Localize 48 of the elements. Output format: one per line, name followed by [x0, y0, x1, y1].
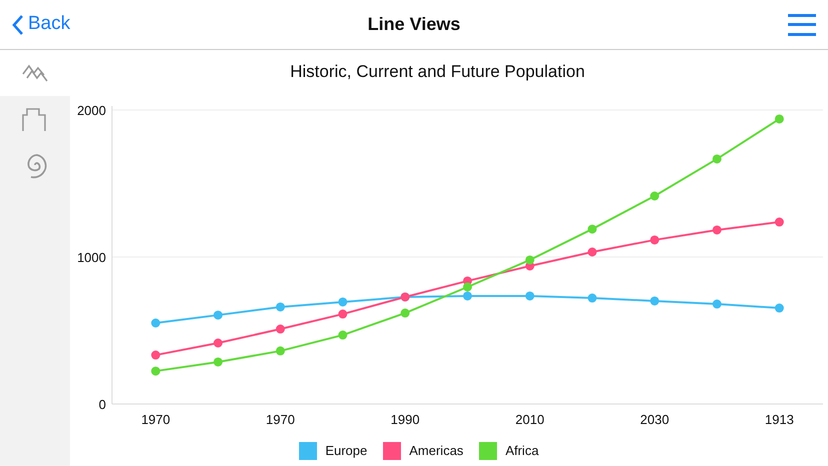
data-point [214, 310, 223, 320]
step-icon [21, 105, 49, 133]
page-title: Line Views [368, 13, 460, 36]
chart-title: Historic, Current and Future Population [290, 62, 585, 81]
sidebar-item[interactable] [0, 96, 70, 142]
data-point [276, 346, 285, 356]
chevron-left-icon [12, 14, 24, 36]
y-tick-label: 1000 [77, 250, 106, 265]
x-tick-label: 2030 [640, 412, 670, 427]
data-point [650, 192, 660, 200]
data-point [338, 330, 348, 340]
x-tick-label: 1970 [266, 412, 295, 427]
data-point [650, 296, 660, 306]
data-point [774, 304, 784, 312]
data-point [463, 282, 472, 292]
data-point [774, 218, 784, 227]
data-point [214, 357, 223, 366]
menu-button[interactable] [788, 14, 816, 36]
data-point [151, 366, 160, 376]
data-point [276, 324, 285, 334]
data-point [151, 350, 160, 360]
legend-label: Americas [409, 442, 464, 460]
data-point [712, 154, 722, 164]
data-point [400, 308, 410, 318]
data-point [338, 297, 348, 306]
data-point [712, 300, 722, 309]
y-tick-label: 2000 [77, 103, 106, 118]
data-point [650, 235, 660, 244]
data-point [588, 294, 597, 303]
data-point [214, 338, 223, 348]
data-point [588, 224, 597, 234]
data-point [151, 318, 160, 328]
data-point [525, 255, 534, 264]
data-point [276, 302, 285, 312]
x-tick-label: 1990 [390, 412, 420, 427]
legend-label: Africa [505, 442, 539, 460]
data-point [338, 310, 348, 319]
data-point [525, 291, 534, 300]
legend-label: Europe [325, 442, 368, 460]
x-tick-label: 1970 [141, 412, 170, 427]
data-point [463, 291, 472, 300]
data-point [712, 225, 722, 234]
data-point [588, 248, 597, 256]
y-tick-label: 0 [98, 397, 106, 412]
back-button[interactable]: Back [12, 10, 70, 39]
x-tick-label: 2010 [515, 412, 544, 427]
x-tick-label: 1913 [764, 412, 794, 427]
data-point [774, 114, 784, 124]
